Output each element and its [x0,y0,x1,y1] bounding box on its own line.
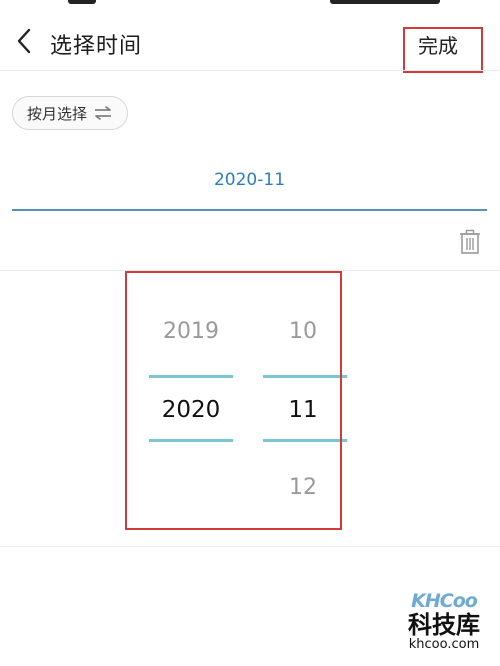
date-picker-wheel[interactable]: 2019 2020 10 11 12 [125,271,347,530]
month-option[interactable]: 10 [273,319,333,344]
selected-date-display[interactable]: 2020-11 [12,170,487,190]
year-option[interactable]: 2019 [153,319,229,344]
back-button[interactable] [10,26,38,56]
month-select-label: 按月选择 [27,104,88,123]
app-header: 选择时间 完成 [0,14,500,70]
done-button[interactable]: 完成 [418,30,458,59]
status-icons-fragment [330,0,440,4]
status-bar [0,0,500,8]
page-title: 选择时间 [50,34,143,59]
month-option[interactable]: 12 [273,475,333,500]
swap-arrows-icon [95,106,112,120]
watermark-url: khcoo.com [408,637,480,652]
watermark: KHCoo 科技库 khcoo.com [396,590,492,660]
watermark-logo: KHCoo [411,590,478,612]
chevron-left-icon [17,28,31,54]
year-selection-line-bottom [149,439,233,442]
header-divider [0,70,500,71]
status-bar-fragment [68,0,96,4]
year-selection-line-top [149,375,233,378]
month-selection-line-top [263,375,347,378]
month-option-selected[interactable]: 11 [273,397,333,423]
clear-button[interactable] [458,229,482,255]
year-option-selected[interactable]: 2020 [153,397,229,423]
watermark-name: 科技库 [408,611,480,639]
month-select-toggle[interactable]: 按月选择 [12,96,129,130]
date-input-underline [12,209,487,211]
picker-bottom-divider [0,546,500,547]
trash-icon [460,229,480,254]
month-selection-line-bottom [263,439,347,442]
